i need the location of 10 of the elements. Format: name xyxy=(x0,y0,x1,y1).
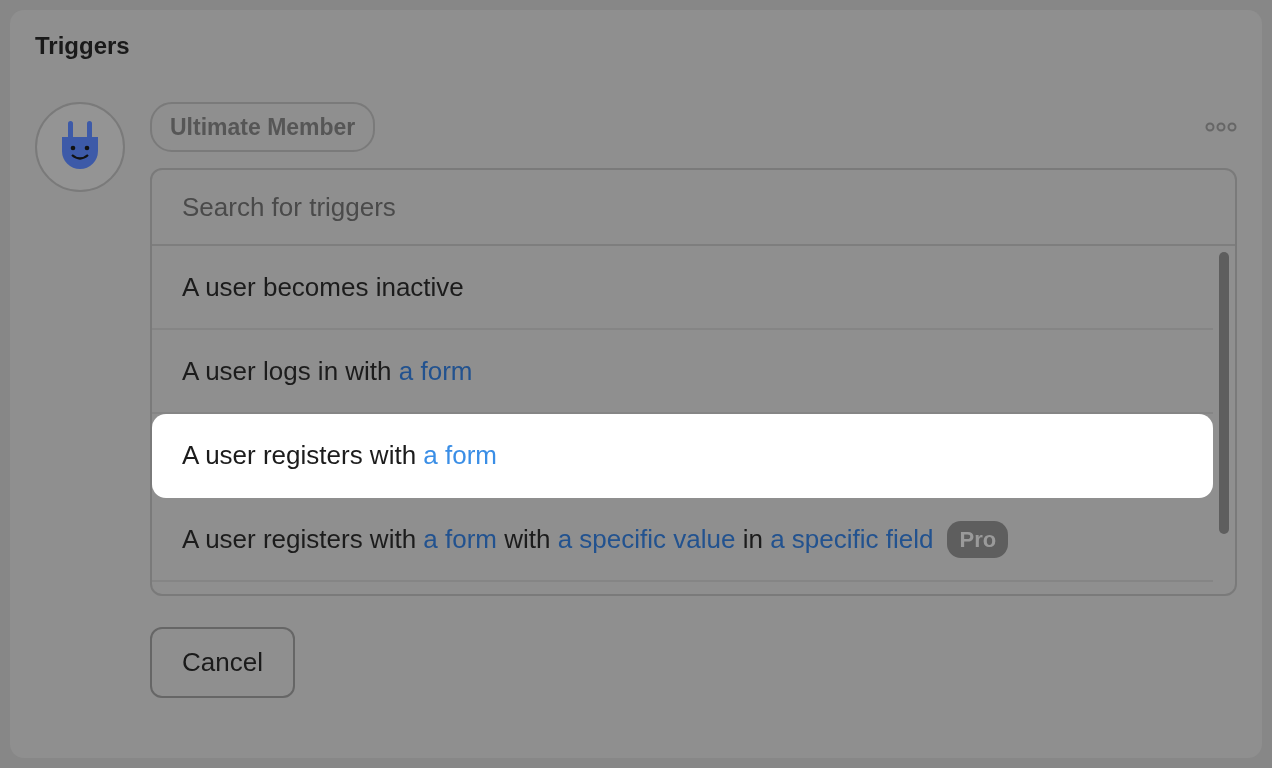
panel-title: Triggers xyxy=(35,32,131,61)
trigger-option[interactable]: A user registers with a form xyxy=(152,414,1213,499)
integration-tag: Ultimate Member xyxy=(150,101,376,153)
cancel-button[interactable]: Cancel xyxy=(150,627,295,699)
search-field[interactable]: Search for triggers xyxy=(152,170,1235,247)
more-icon[interactable] xyxy=(1205,122,1237,133)
scrollbar[interactable] xyxy=(1219,252,1229,535)
trigger-option[interactable]: A user becomes inactive xyxy=(152,246,1213,331)
link[interactable]: a form xyxy=(423,439,497,470)
pro-badge: Pro xyxy=(947,520,1009,558)
